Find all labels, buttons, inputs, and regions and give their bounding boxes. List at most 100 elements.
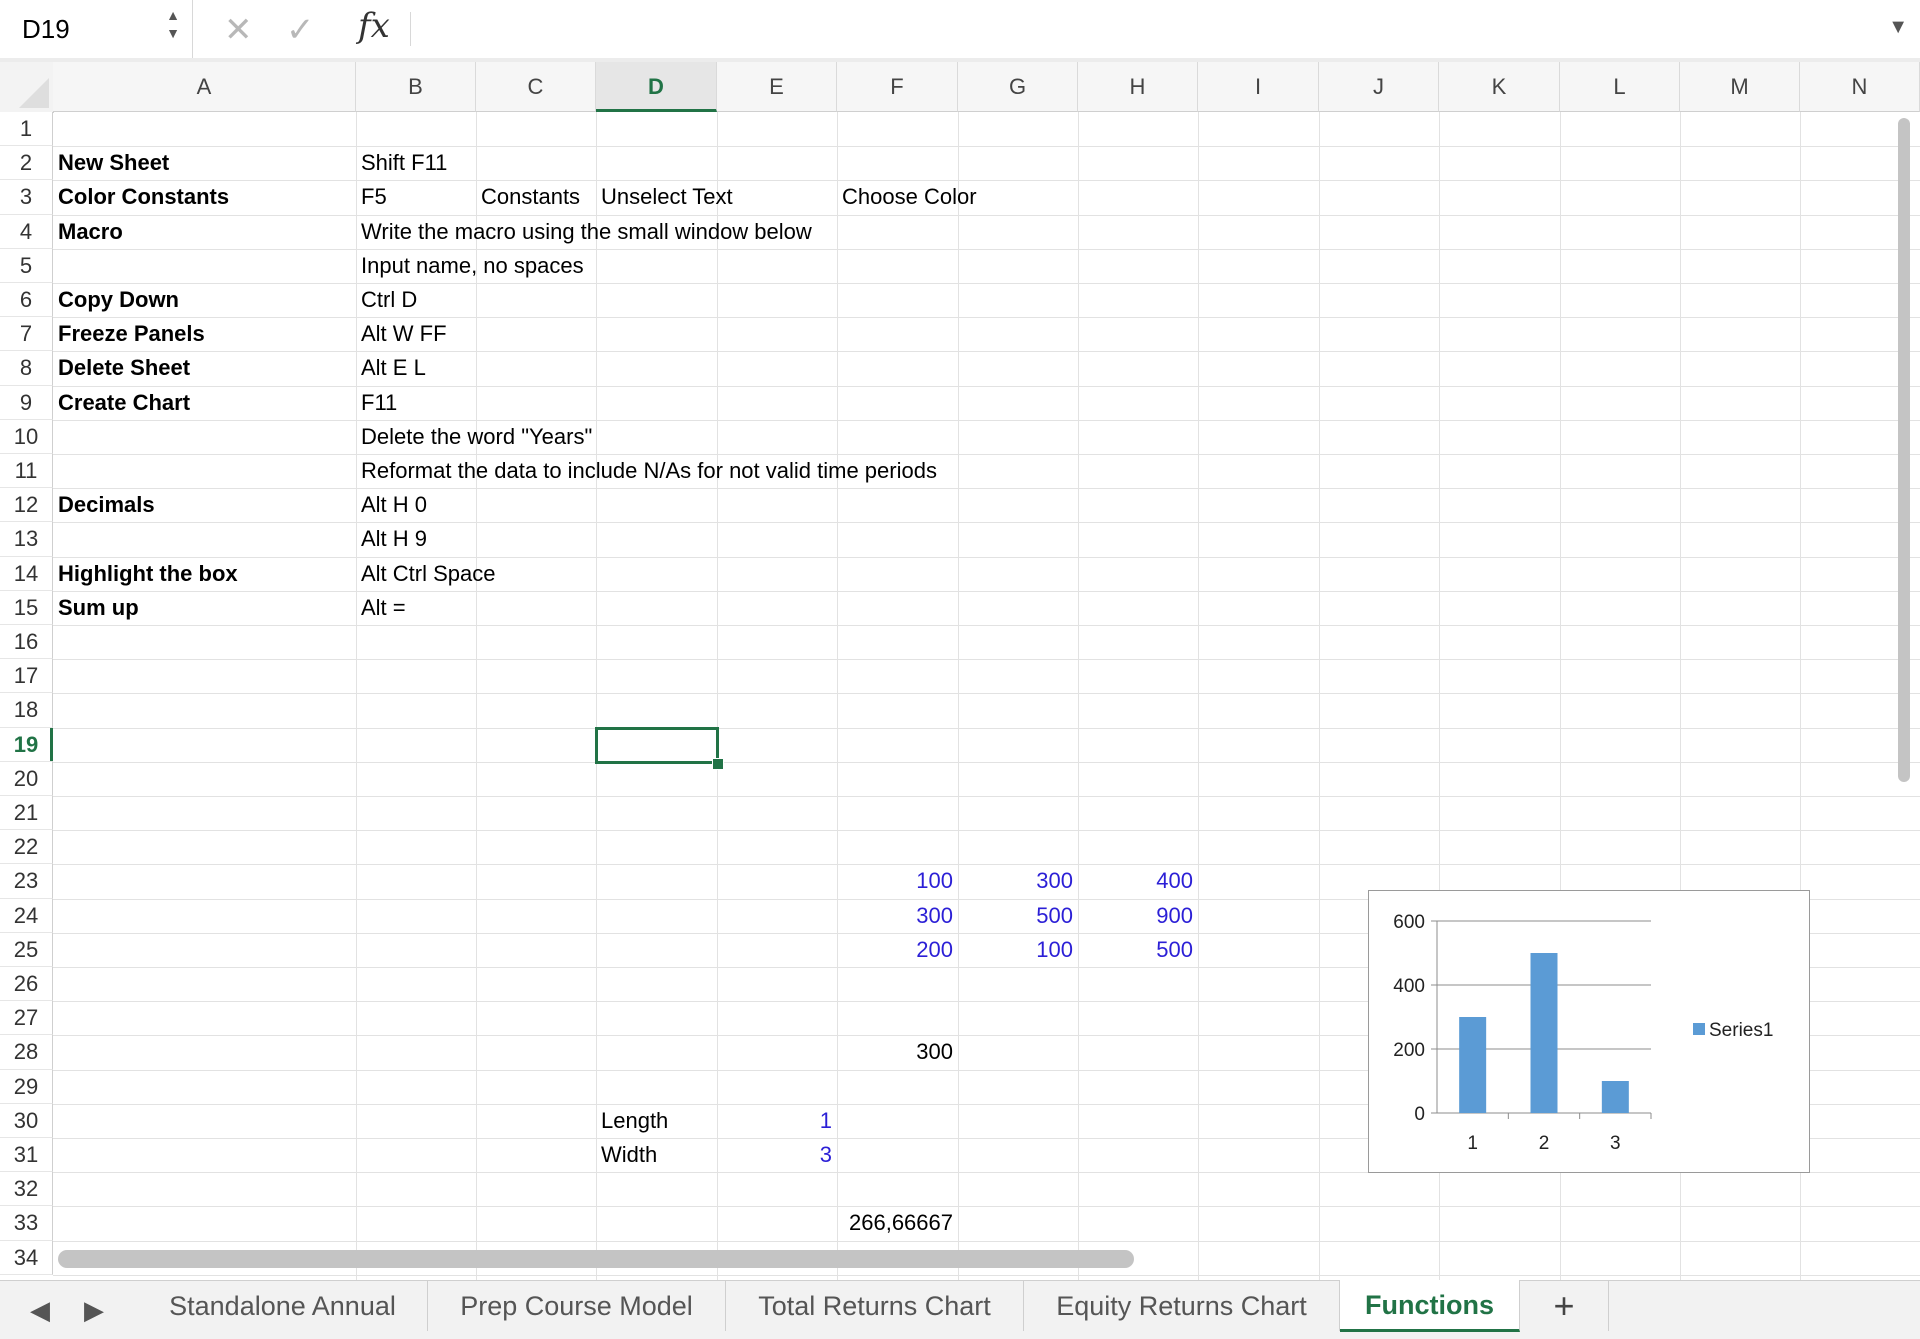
- row-header-14[interactable]: 14: [0, 556, 53, 591]
- cell-b7[interactable]: Alt W FF: [356, 317, 452, 351]
- row-header-8[interactable]: 8: [0, 351, 53, 386]
- cell-b8[interactable]: Alt E L: [356, 351, 431, 385]
- cell-b12[interactable]: Alt H 0: [356, 488, 432, 522]
- expand-formula-bar-icon[interactable]: ▼: [1888, 16, 1908, 39]
- cell-b3[interactable]: F5: [356, 180, 392, 214]
- column-header-j[interactable]: J: [1319, 62, 1439, 112]
- row-header-9[interactable]: 9: [0, 385, 53, 420]
- row-header-20[interactable]: 20: [0, 761, 53, 796]
- row-header-33[interactable]: 33: [0, 1206, 53, 1241]
- cell-a15[interactable]: Sum up: [53, 591, 144, 625]
- column-header-f[interactable]: F: [837, 62, 958, 112]
- cell-a14[interactable]: Highlight the box: [53, 557, 243, 591]
- row-header-23[interactable]: 23: [0, 864, 53, 899]
- row-header-28[interactable]: 28: [0, 1035, 53, 1070]
- select-all-corner[interactable]: [0, 62, 54, 113]
- row-header-3[interactable]: 3: [0, 180, 53, 215]
- row-header-18[interactable]: 18: [0, 693, 53, 728]
- row-header-1[interactable]: 1: [0, 112, 53, 147]
- name-box-value[interactable]: D19: [22, 14, 70, 45]
- sheet-tab-standalone-annual[interactable]: Standalone Annual: [138, 1281, 428, 1331]
- cell-f33[interactable]: 266,66667: [837, 1206, 958, 1240]
- row-header-16[interactable]: 16: [0, 625, 53, 660]
- cell-b10[interactable]: Delete the word "Years": [356, 420, 597, 454]
- cell-a9[interactable]: Create Chart: [53, 386, 195, 420]
- bar-chart[interactable]: 0 200 400 600 1 2 3 Series1: [1368, 890, 1810, 1173]
- row-header-17[interactable]: 17: [0, 659, 53, 694]
- cell-d30[interactable]: Length: [596, 1104, 673, 1138]
- column-header-i[interactable]: I: [1198, 62, 1319, 112]
- cell-f3[interactable]: Choose Color: [837, 180, 982, 214]
- name-box[interactable]: D19 ▲ ▼: [0, 0, 193, 58]
- row-header-4[interactable]: 4: [0, 214, 53, 249]
- column-header-c[interactable]: C: [476, 62, 596, 112]
- row-header-5[interactable]: 5: [0, 248, 53, 283]
- row-header-21[interactable]: 21: [0, 796, 53, 831]
- column-header-b[interactable]: B: [356, 62, 476, 112]
- cell-a4[interactable]: Macro: [53, 215, 128, 249]
- cell-e30[interactable]: 1: [717, 1104, 837, 1138]
- cell-f23[interactable]: 100: [837, 864, 958, 898]
- cell-b5[interactable]: Input name, no spaces: [356, 249, 589, 283]
- column-header-a[interactable]: A: [53, 62, 356, 112]
- cancel-icon[interactable]: ✕: [224, 10, 253, 50]
- row-header-24[interactable]: 24: [0, 898, 53, 933]
- column-header-h[interactable]: H: [1078, 62, 1198, 112]
- sheet-tab-equity-returns-chart[interactable]: Equity Returns Chart: [1024, 1281, 1340, 1331]
- row-header-22[interactable]: 22: [0, 830, 53, 865]
- vertical-scrollbar[interactable]: [1898, 118, 1910, 782]
- check-icon[interactable]: ✓: [286, 10, 315, 50]
- cell-f25[interactable]: 200: [837, 933, 958, 967]
- row-header-11[interactable]: 11: [0, 454, 53, 489]
- selected-cell[interactable]: [595, 726, 719, 764]
- previous-sheet-arrow-icon[interactable]: ◀: [30, 1295, 50, 1326]
- row-header-26[interactable]: 26: [0, 967, 53, 1002]
- row-header-10[interactable]: 10: [0, 419, 53, 454]
- row-header-6[interactable]: 6: [0, 283, 53, 318]
- cell-b9[interactable]: F11: [356, 386, 402, 420]
- row-header-29[interactable]: 29: [0, 1069, 53, 1104]
- row-header-27[interactable]: 27: [0, 1001, 53, 1036]
- cell-b2[interactable]: Shift F11: [356, 146, 452, 180]
- cell-a2[interactable]: New Sheet: [53, 146, 174, 180]
- cell-e31[interactable]: 3: [717, 1138, 837, 1172]
- cell-h23[interactable]: 400: [1078, 864, 1198, 898]
- column-header-g[interactable]: G: [958, 62, 1078, 112]
- cell-a7[interactable]: Freeze Panels: [53, 317, 210, 351]
- row-header-13[interactable]: 13: [0, 522, 53, 557]
- column-header-n[interactable]: N: [1800, 62, 1920, 112]
- column-header-e[interactable]: E: [717, 62, 837, 112]
- cell-b4[interactable]: Write the macro using the small window b…: [356, 215, 817, 249]
- row-header-15[interactable]: 15: [0, 590, 53, 625]
- row-header-31[interactable]: 31: [0, 1138, 53, 1173]
- cell-a8[interactable]: Delete Sheet: [53, 351, 195, 385]
- cell-h24[interactable]: 900: [1078, 899, 1198, 933]
- row-header-7[interactable]: 7: [0, 317, 53, 352]
- cell-a12[interactable]: Decimals: [53, 488, 160, 522]
- cell-d3[interactable]: Unselect Text: [596, 180, 738, 214]
- insert-function-icon[interactable]: fx: [358, 6, 390, 46]
- cell-d31[interactable]: Width: [596, 1138, 662, 1172]
- column-header-k[interactable]: K: [1439, 62, 1560, 112]
- row-header-30[interactable]: 30: [0, 1103, 53, 1138]
- row-header-34[interactable]: 34: [0, 1240, 53, 1275]
- cell-a6[interactable]: Copy Down: [53, 283, 184, 317]
- cell-f28[interactable]: 300: [837, 1035, 958, 1069]
- cell-g25[interactable]: 100: [958, 933, 1078, 967]
- cell-b14[interactable]: Alt Ctrl Space: [356, 557, 501, 591]
- cell-g23[interactable]: 300: [958, 864, 1078, 898]
- name-box-stepper-icon[interactable]: ▲ ▼: [164, 6, 182, 52]
- spreadsheet-grid[interactable]: ABCDEFGHIJKLMN 1 2 3 4 5 6 7 8 9 10 11 12 13 14 15 16 17…: [0, 62, 1920, 1280]
- cell-b13[interactable]: Alt H 9: [356, 522, 432, 556]
- row-header-25[interactable]: 25: [0, 932, 53, 967]
- next-sheet-arrow-icon[interactable]: ▶: [84, 1295, 104, 1326]
- row-header-12[interactable]: 12: [0, 488, 53, 523]
- column-header-d[interactable]: D: [596, 62, 717, 112]
- add-sheet-button[interactable]: +: [1520, 1281, 1609, 1331]
- sheet-tab-total-returns-chart[interactable]: Total Returns Chart: [726, 1281, 1024, 1331]
- cell-h25[interactable]: 500: [1078, 933, 1198, 967]
- fill-handle[interactable]: [712, 757, 724, 770]
- sheet-tab-prep-course-model[interactable]: Prep Course Model: [428, 1281, 726, 1331]
- cell-b15[interactable]: Alt =: [356, 591, 411, 625]
- cell-f24[interactable]: 300: [837, 899, 958, 933]
